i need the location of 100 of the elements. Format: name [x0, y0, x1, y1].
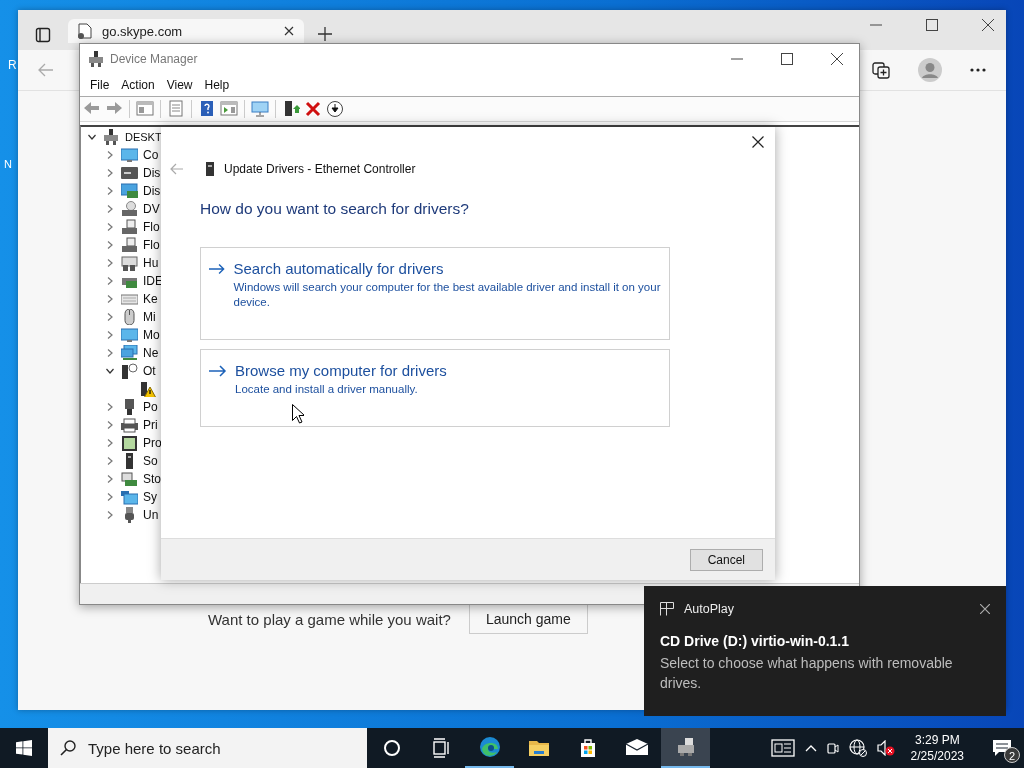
action-pane-icon[interactable] — [220, 100, 238, 118]
computer-icon — [103, 129, 120, 145]
option-description: Locate and install a driver manually. — [235, 382, 419, 397]
unknown-device-icon — [121, 363, 138, 379]
notification-body: Select to choose what happens with removable drives. — [660, 654, 954, 693]
tree-item-label[interactable]: Flo — [143, 220, 160, 234]
menu-item[interactable]: View — [160, 77, 199, 92]
cancel-button[interactable]: Cancel — [689, 548, 763, 571]
game-prompt: Want to play a game while you wait? — [208, 610, 451, 628]
tab-title: go.skype.com — [102, 23, 184, 39]
close-icon[interactable] — [982, 19, 994, 31]
menu-item[interactable]: Help — [198, 77, 236, 92]
close-icon[interactable] — [980, 604, 990, 614]
notification-title: CD Drive (D:) virtio-win-0.1.1 — [660, 633, 851, 649]
tree-item-label[interactable]: Mo — [143, 328, 160, 342]
download-icon[interactable] — [326, 100, 344, 118]
collections-icon[interactable] — [872, 61, 890, 79]
console-tree-icon[interactable] — [136, 100, 154, 118]
help-icon[interactable] — [198, 100, 216, 118]
device-manager-taskbar-button[interactable] — [661, 728, 710, 768]
search-field[interactable]: Type here to search — [48, 728, 367, 768]
network-adapter-icon — [121, 345, 138, 361]
floppy-drive-icon — [121, 219, 138, 235]
maximize-icon[interactable] — [926, 19, 938, 31]
update-driver-icon[interactable] — [282, 100, 300, 118]
profile-avatar-icon[interactable] — [918, 58, 942, 82]
uninstall-icon[interactable] — [304, 100, 322, 118]
news-icon[interactable] — [770, 739, 795, 757]
tree-item-label[interactable]: Ot — [143, 364, 156, 378]
tree-item-label[interactable]: Ne — [143, 346, 159, 360]
option-title: Search automatically for drivers — [233, 260, 445, 277]
tree-item-label[interactable]: So — [143, 454, 158, 468]
mouse-icon — [121, 309, 138, 325]
clock-time: 3:29 PM — [914, 732, 960, 748]
option-card[interactable]: Browse my computer for drivers Locate and install a driver manually. — [200, 349, 670, 427]
tree-item-label[interactable]: Un — [143, 508, 159, 522]
launch-game-button[interactable]: Launch game — [468, 604, 588, 634]
warning-device-icon — [139, 381, 156, 397]
floppy-drive-icon — [121, 237, 138, 253]
optical-drive-icon — [121, 201, 138, 217]
new-tab-icon[interactable] — [318, 27, 332, 41]
tree-item-label[interactable]: DV — [143, 202, 160, 216]
network-globe-icon[interactable] — [848, 739, 867, 757]
menu-item[interactable]: File — [84, 77, 116, 92]
close-icon[interactable] — [752, 136, 764, 148]
processor-icon — [121, 435, 138, 451]
window-title: Device Manager — [110, 51, 199, 66]
tree-item-label[interactable]: Flo — [143, 238, 160, 252]
option-title: Browse my computer for drivers — [235, 362, 447, 379]
keyboard-icon — [121, 291, 138, 307]
notification-toast[interactable]: AutoPlay CD Drive (D:) virtio-win-0.1.1 Select to choose what happens with removable drives. — [644, 586, 1006, 716]
dialog-title: Update Drivers - Ethernet Controller — [224, 162, 417, 176]
tree-item-label[interactable]: Ke — [143, 292, 158, 306]
browser-tab[interactable]: go.skype.com — [68, 19, 304, 43]
storage-controller-icon — [121, 471, 138, 487]
mouse-cursor-icon — [292, 404, 304, 424]
page-icon — [78, 23, 92, 39]
tree-item-label[interactable]: Hu — [143, 256, 159, 270]
edge-icon — [477, 735, 502, 759]
windows-start-icon[interactable] — [16, 740, 32, 756]
display-adapter-icon — [121, 183, 138, 199]
tree-item-label[interactable]: Co — [143, 148, 159, 162]
menu-item[interactable]: Action — [115, 77, 161, 92]
maximize-icon[interactable] — [781, 52, 793, 65]
chevron-up-icon[interactable] — [804, 744, 817, 752]
tree-item-label[interactable]: Dis — [143, 166, 161, 180]
system-devices-icon — [121, 489, 138, 505]
notification-count-badge: 2 — [1004, 747, 1020, 763]
clock[interactable]: 3:29 PM 2/25/2023 — [904, 732, 970, 764]
dialog-heading: How do you want to search for drivers? — [200, 200, 470, 218]
tree-item-label[interactable]: Pri — [143, 418, 158, 432]
option-card[interactable]: Search automatically for drivers Windows will search your computer for the best available driver and install it on your device. — [200, 247, 670, 340]
tree-item-label[interactable]: Pro — [143, 436, 162, 450]
tree-item-label[interactable]: Sto — [143, 472, 161, 486]
tree-item-label[interactable]: Dis — [143, 184, 161, 198]
input-device-icon — [121, 255, 138, 271]
printer-icon — [121, 417, 138, 433]
right-arrow-icon — [209, 263, 226, 275]
speaker-muted-icon[interactable] — [876, 740, 895, 756]
close-icon[interactable] — [831, 52, 843, 65]
camera-icon[interactable] — [826, 740, 839, 756]
tree-item-label[interactable]: Sy — [143, 490, 157, 504]
tree-item-label[interactable]: Po — [143, 400, 158, 414]
tree-item-label[interactable]: DESKT — [125, 131, 162, 143]
app-name: AutoPlay — [684, 602, 736, 616]
expand-chevron-icon[interactable] — [88, 133, 96, 141]
action-center-button[interactable]: 2 — [980, 728, 1024, 768]
right-arrow-icon — [209, 365, 227, 377]
close-icon[interactable] — [284, 26, 294, 36]
device-manager-icon — [89, 50, 103, 67]
search-icon — [60, 740, 76, 756]
tab-actions-icon[interactable] — [35, 27, 51, 43]
option-description: Windows will search your computer for the best available driver and install it on your device. — [233, 280, 661, 310]
expand-chevron-icon[interactable] — [106, 367, 114, 375]
tree-item-label[interactable]: Mi — [143, 310, 156, 324]
monitor-icon — [121, 327, 138, 343]
more-options-icon[interactable] — [970, 68, 986, 72]
monitor-icon — [121, 147, 138, 163]
autoplay-icon — [660, 602, 674, 616]
device-icon — [206, 162, 214, 176]
